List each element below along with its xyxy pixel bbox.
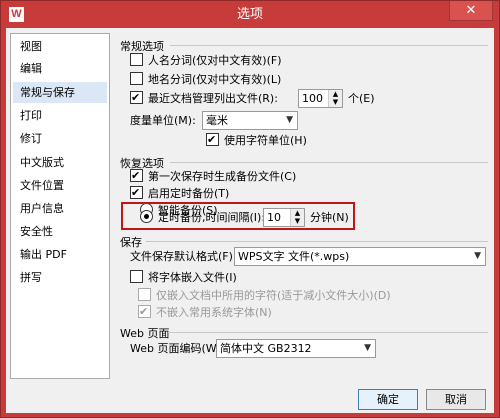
web-encoding-dropdown[interactable]: 简体中文 GB2312 ▼ bbox=[216, 339, 376, 358]
sidebar-item-spelling[interactable]: 拼写 bbox=[13, 267, 107, 288]
sidebar-item-general-save[interactable]: 常规与保存 bbox=[13, 82, 107, 103]
options-panel: 常规选项 人名分词(仅对中文有效)(F) 地名分词(仅对中文有效)(L) 最近文… bbox=[118, 28, 492, 384]
timed-backup-checkbox[interactable] bbox=[130, 184, 143, 202]
dialog-body: 视图 编辑 常规与保存 打印 修订 中文版式 文件位置 用户信息 安全性 输出 … bbox=[6, 28, 494, 413]
close-button[interactable]: ✕ bbox=[449, 1, 493, 21]
category-list: 视图 编辑 常规与保存 打印 修订 中文版式 文件位置 用户信息 安全性 输出 … bbox=[10, 33, 110, 379]
sidebar-item-label: 安全性 bbox=[20, 225, 53, 238]
section-divider bbox=[168, 332, 488, 333]
sidebar-item-label: 编辑 bbox=[20, 62, 42, 75]
timed-interval-label: 定时备份,时间间隔(I): bbox=[158, 211, 266, 224]
embed-fonts-label: 将字体嵌入文件(I) bbox=[148, 271, 237, 284]
ok-button[interactable]: 确定 bbox=[358, 389, 418, 410]
web-encoding-value: 简体中文 GB2312 bbox=[220, 342, 312, 355]
default-format-label: 文件保存默认格式(F): bbox=[130, 250, 237, 263]
sidebar-item-label: 打印 bbox=[20, 109, 42, 122]
default-format-value: WPS文字 文件(*.wps) bbox=[238, 250, 350, 263]
skip-common-fonts-checkbox[interactable] bbox=[138, 303, 151, 321]
sidebar-item-revisions[interactable]: 修订 bbox=[13, 128, 107, 149]
measure-unit-label: 度量单位(M): bbox=[130, 114, 196, 127]
chevron-down-icon: ▼ bbox=[364, 343, 371, 353]
char-unit-checkbox[interactable] bbox=[206, 131, 219, 149]
place-name-label: 地名分词(仅对中文有效)(L) bbox=[148, 73, 282, 86]
sidebar-item-print[interactable]: 打印 bbox=[13, 105, 107, 126]
skip-common-fonts-option[interactable]: 不嵌入常用系统字体(N) bbox=[138, 303, 272, 322]
place-name-option[interactable]: 地名分词(仅对中文有效)(L) bbox=[130, 71, 281, 89]
sidebar-item-edit[interactable]: 编辑 bbox=[13, 58, 107, 79]
sidebar-item-user-info[interactable]: 用户信息 bbox=[13, 198, 107, 219]
backup-interval-value: 10 bbox=[267, 211, 281, 224]
timed-backup-label: 启用定时备份(T) bbox=[148, 187, 230, 200]
chevron-down-icon: ▼ bbox=[474, 251, 481, 261]
section-divider bbox=[146, 241, 488, 242]
char-unit-option[interactable]: 使用字符单位(H) bbox=[206, 131, 307, 150]
recent-files-count-value: 100 bbox=[302, 92, 323, 105]
backup-interval-spinner[interactable]: 10 ▲ ▼ bbox=[263, 208, 305, 227]
web-section-title: Web 页面 bbox=[120, 327, 170, 340]
embed-fonts-option[interactable]: 将字体嵌入文件(I) bbox=[130, 269, 237, 287]
options-dialog: W 选项 ✕ 视图 编辑 常规与保存 打印 修订 中文版式 文件位置 用户信息 … bbox=[0, 0, 500, 418]
sidebar-item-label: 视图 bbox=[20, 40, 42, 53]
char-unit-label: 使用字符单位(H) bbox=[224, 134, 307, 147]
first-backup-option[interactable]: 第一次保存时生成备份文件(C) bbox=[130, 167, 297, 186]
spinner-arrows-icon[interactable]: ▲ ▼ bbox=[328, 90, 342, 107]
dialog-title: 选项 bbox=[236, 7, 263, 22]
skip-common-fonts-label: 不嵌入常用系统字体(N) bbox=[156, 306, 272, 319]
recent-files-unit: 个(E) bbox=[348, 92, 375, 105]
sidebar-item-view[interactable]: 视图 bbox=[13, 36, 107, 57]
sidebar-item-label: 修订 bbox=[20, 132, 42, 145]
place-name-checkbox[interactable] bbox=[130, 72, 143, 85]
sidebar-item-chinese-layout[interactable]: 中文版式 bbox=[13, 152, 107, 173]
sidebar-item-label: 中文版式 bbox=[20, 156, 64, 169]
spinner-arrows-icon[interactable]: ▲ ▼ bbox=[290, 209, 304, 226]
measure-unit-value: 毫米 bbox=[206, 114, 228, 127]
sidebar-item-label: 文件位置 bbox=[20, 179, 64, 192]
section-divider bbox=[170, 162, 488, 163]
embed-used-chars-label: 仅嵌入文档中所用的字符(适于减小文件大小)(D) bbox=[156, 289, 391, 302]
first-backup-label: 第一次保存时生成备份文件(C) bbox=[148, 170, 297, 183]
sidebar-item-file-locations[interactable]: 文件位置 bbox=[13, 175, 107, 196]
sidebar-item-export-pdf[interactable]: 输出 PDF bbox=[13, 244, 107, 265]
embed-fonts-checkbox[interactable] bbox=[130, 270, 143, 283]
person-name-checkbox[interactable] bbox=[130, 53, 143, 66]
recent-files-count-spinner[interactable]: 100 ▲ ▼ bbox=[298, 89, 343, 108]
backup-interval-unit: 分钟(N) bbox=[310, 211, 349, 224]
embed-used-chars-option[interactable]: 仅嵌入文档中所用的字符(适于减小文件大小)(D) bbox=[138, 287, 391, 305]
measure-unit-dropdown[interactable]: 毫米 ▼ bbox=[202, 111, 298, 130]
recent-files-label: 最近文档管理列出文件(R): bbox=[148, 92, 278, 105]
person-name-option[interactable]: 人名分词(仅对中文有效)(F) bbox=[130, 52, 282, 70]
chevron-down-icon: ▼ bbox=[286, 115, 293, 125]
section-divider bbox=[170, 45, 488, 46]
sidebar-item-label: 常规与保存 bbox=[20, 86, 75, 99]
sidebar-item-label: 用户信息 bbox=[20, 202, 64, 215]
cancel-button[interactable]: 取消 bbox=[426, 389, 486, 410]
sidebar-item-label: 拼写 bbox=[20, 271, 42, 284]
timed-interval-option[interactable]: 定时备份,时间间隔(I): bbox=[140, 209, 265, 227]
recent-files-checkbox[interactable] bbox=[130, 89, 143, 107]
title-bar[interactable]: W 选项 ✕ bbox=[1, 1, 499, 28]
embed-used-chars-checkbox[interactable] bbox=[138, 288, 151, 301]
timed-interval-radio[interactable] bbox=[140, 210, 153, 223]
person-name-label: 人名分词(仅对中文有效)(F) bbox=[148, 54, 282, 67]
sidebar-item-label: 输出 PDF bbox=[20, 248, 67, 261]
recent-files-option[interactable]: 最近文档管理列出文件(R): bbox=[130, 89, 278, 108]
default-format-dropdown[interactable]: WPS文字 文件(*.wps) ▼ bbox=[234, 247, 486, 266]
first-backup-checkbox[interactable] bbox=[130, 167, 143, 185]
sidebar-item-security[interactable]: 安全性 bbox=[13, 221, 107, 242]
web-encoding-label: Web 页面编码(W): bbox=[130, 342, 225, 355]
timed-backup-option[interactable]: 启用定时备份(T) bbox=[130, 184, 230, 203]
